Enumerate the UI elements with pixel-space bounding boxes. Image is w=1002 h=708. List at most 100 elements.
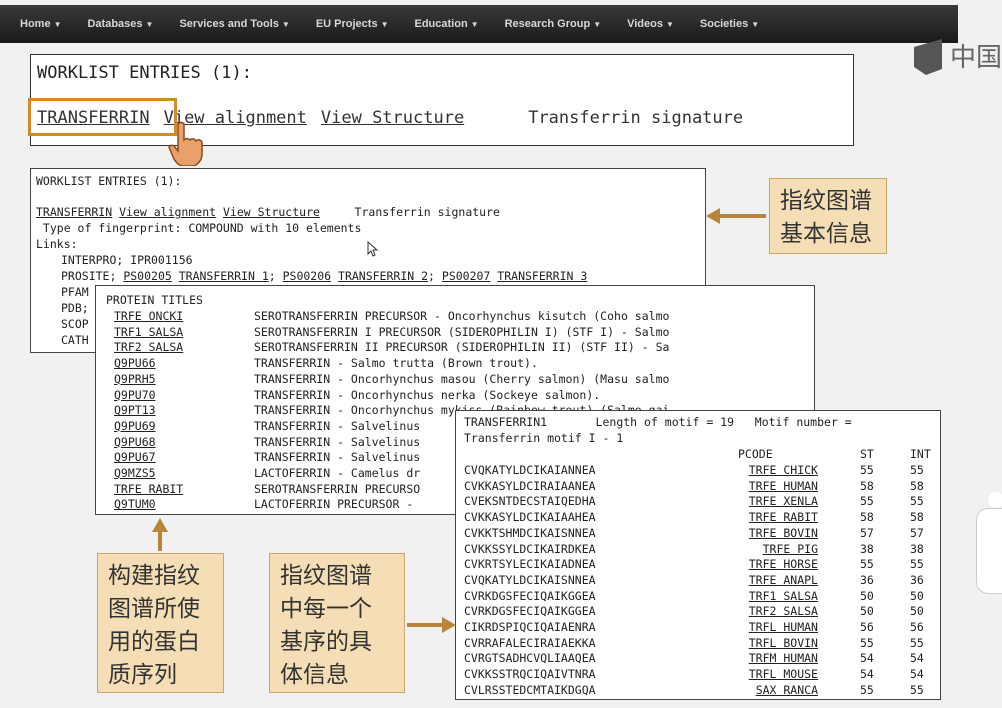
nav-societies[interactable]: Societies ▼ bbox=[700, 18, 759, 30]
protein-id-link[interactable]: Q9TUM0 bbox=[114, 497, 156, 513]
link-highlight-box bbox=[28, 98, 177, 136]
pdb-ref: PDB; bbox=[61, 301, 89, 315]
protein-id-link[interactable]: Q9PU69 bbox=[114, 419, 156, 435]
nav-research-group[interactable]: Research Group ▼ bbox=[505, 18, 602, 30]
protein-id-link[interactable]: Q9MZS5 bbox=[114, 466, 156, 482]
motif-sequence: CVKKTSHMDCIKAISNNEA bbox=[464, 525, 596, 540]
int-column-header: INT bbox=[910, 447, 931, 461]
nav-services-tools[interactable]: Services and Tools ▼ bbox=[179, 18, 289, 30]
nav-videos[interactable]: Videos ▼ bbox=[627, 18, 674, 30]
prosite-link[interactable]: TRANSFERRIN 1 bbox=[179, 269, 269, 283]
protein-title: TRANSFERRIN - Salmo trutta (Brown trout)… bbox=[254, 356, 538, 371]
protein-id-link[interactable]: Q9PU67 bbox=[114, 450, 156, 466]
motif-sequence: CVQKATYLDCIKAIANNEA bbox=[464, 463, 596, 477]
nav-education[interactable]: Education ▼ bbox=[415, 18, 479, 30]
prosite-link[interactable]: TRANSFERRIN 3 bbox=[497, 269, 587, 283]
transferrin-link[interactable]: TRANSFERRIN bbox=[36, 205, 112, 219]
arrow-to-proteins bbox=[152, 518, 168, 551]
protein-title: SEROTRANSFERRIN I PRECURSOR (SIDEROPHILI… bbox=[254, 324, 670, 339]
motif-sequence: CVRKDGSFECIQAIKGGEA bbox=[464, 588, 596, 603]
protein-id-link[interactable]: Q9PU70 bbox=[114, 388, 156, 404]
arrow-to-summary bbox=[706, 208, 766, 224]
chevron-down-icon: ▼ bbox=[665, 20, 674, 29]
side-widget-dot bbox=[988, 492, 1002, 508]
st-value: 57 bbox=[860, 525, 874, 540]
protein-titles-header: PROTEIN TITLES bbox=[106, 293, 203, 307]
nav-databases[interactable]: Databases ▼ bbox=[87, 18, 153, 30]
prosite-link[interactable]: PS00205 bbox=[123, 269, 171, 283]
pcode-link[interactable]: TRFE RABIT bbox=[738, 510, 818, 526]
callout-line: 指纹图谱 bbox=[780, 188, 872, 214]
prosite-refs: PROSITE; PS00205 TRANSFERRIN 1; PS00206 … bbox=[61, 269, 588, 283]
motif-sequence: CVRGTSADHCVQLIAAQEA bbox=[464, 651, 596, 666]
pcode-link[interactable]: TRFE HUMAN bbox=[738, 479, 818, 495]
int-value: 55 bbox=[910, 557, 924, 572]
pcode-link[interactable]: TRFL HUMAN bbox=[738, 620, 818, 636]
protein-id-link[interactable]: TRF2 SALSA bbox=[114, 340, 183, 356]
st-value: 50 bbox=[860, 588, 874, 603]
int-value: 54 bbox=[910, 651, 924, 666]
callout-line: 基序的具 bbox=[280, 629, 372, 655]
chevron-down-icon: ▼ bbox=[470, 20, 479, 29]
pfam-ref: PFAM bbox=[61, 285, 89, 299]
callout-line: 构建指纹 bbox=[108, 563, 200, 589]
prosite-link[interactable]: PS00206 bbox=[283, 269, 331, 283]
int-value: 56 bbox=[910, 620, 924, 634]
panel1-title: WORKLIST ENTRIES (1): bbox=[36, 174, 182, 188]
pcode-link[interactable]: TRFM HUMAN bbox=[738, 651, 818, 667]
pcode-link[interactable]: TRF2 SALSA bbox=[738, 604, 818, 620]
motif-details-panel: TRANSFERRIN1 Length of motif = 19 Motif … bbox=[455, 410, 941, 700]
logo-icon bbox=[914, 39, 942, 75]
nav-eu-projects[interactable]: EU Projects ▼ bbox=[316, 18, 389, 30]
pcode-link[interactable]: TRFE PIG bbox=[738, 542, 818, 558]
protein-title: TRANSFERRIN - Salvelinus bbox=[254, 450, 421, 465]
logo-text: 中国 bbox=[950, 43, 1002, 73]
pcode-link[interactable]: TRFE HORSE bbox=[738, 557, 818, 573]
view-alignment-link[interactable]: View alignment bbox=[119, 205, 216, 219]
chevron-down-icon: ▼ bbox=[145, 20, 154, 29]
st-column-header: ST bbox=[860, 447, 874, 461]
scop-ref: SCOP bbox=[61, 317, 89, 331]
pcode-link[interactable]: TRFE CHICK bbox=[738, 463, 818, 479]
protein-id-link[interactable]: Q9PU66 bbox=[114, 356, 156, 372]
signature-text: Transferrin signature bbox=[354, 205, 500, 219]
chevron-down-icon: ▼ bbox=[751, 20, 760, 29]
prosite-link[interactable]: TRANSFERRIN 2 bbox=[338, 269, 428, 283]
signature-text: Transferrin signature bbox=[528, 108, 744, 128]
st-value: 56 bbox=[860, 620, 874, 634]
pcode-link[interactable]: TRFE XENLA bbox=[738, 494, 818, 510]
fingerprint-type: Type of fingerprint: COMPOUND with 10 el… bbox=[36, 221, 362, 235]
protein-id-link[interactable]: TRFE ONCKI bbox=[114, 309, 183, 325]
view-structure-link[interactable]: View Structure bbox=[223, 205, 320, 219]
pcode-link[interactable]: TRF1 SALSA bbox=[738, 589, 818, 605]
nav-home[interactable]: Home ▼ bbox=[20, 18, 61, 30]
chevron-down-icon: ▼ bbox=[593, 20, 602, 29]
side-widget[interactable] bbox=[976, 508, 1002, 594]
panel1-links-row: TRANSFERRIN View alignment View Structur… bbox=[36, 205, 500, 221]
pcode-link[interactable]: TRFL BOVIN bbox=[738, 636, 818, 652]
callout-fingerprint-info: 指纹图谱 基本信息 bbox=[769, 178, 887, 254]
protein-id-link[interactable]: TRFE RABIT bbox=[114, 482, 183, 498]
pcode-column-header: PCODE bbox=[738, 447, 773, 461]
mouse-cursor-icon bbox=[367, 241, 379, 257]
protein-id-link[interactable]: Q9PRH5 bbox=[114, 372, 156, 388]
protein-title: TRANSFERRIN - Salvelinus bbox=[254, 434, 421, 449]
arrow-to-motif bbox=[407, 617, 456, 633]
motif-sequence: CVKRTSYLECIKAIADNEA bbox=[464, 557, 596, 572]
st-value: 58 bbox=[860, 478, 874, 493]
callout-motif-info: 指纹图谱 中每一个 基序的具 体信息 bbox=[269, 553, 405, 693]
st-value: 38 bbox=[860, 541, 874, 556]
pcode-link[interactable]: TRFL MOUSE bbox=[738, 667, 818, 683]
int-value: 57 bbox=[910, 525, 924, 540]
protein-id-link[interactable]: Q9PU68 bbox=[114, 435, 156, 451]
callout-line: 图谱所使 bbox=[108, 596, 200, 622]
pcode-link[interactable]: TRFE ANAPL bbox=[738, 573, 818, 589]
protein-title: SEROTRANSFERRIN II PRECURSOR (SIDEROPHIL… bbox=[254, 340, 670, 355]
protein-id-link[interactable]: TRF1 SALSA bbox=[114, 325, 183, 341]
callout-line: 体信息 bbox=[280, 662, 349, 688]
protein-id-link[interactable]: Q9PT13 bbox=[114, 403, 156, 419]
prosite-link[interactable]: PS00207 bbox=[442, 269, 490, 283]
pcode-link[interactable]: SAX RANCA bbox=[738, 683, 818, 699]
pcode-link[interactable]: TRFE BOVIN bbox=[738, 526, 818, 542]
view-structure-link[interactable]: View Structure bbox=[321, 108, 464, 128]
